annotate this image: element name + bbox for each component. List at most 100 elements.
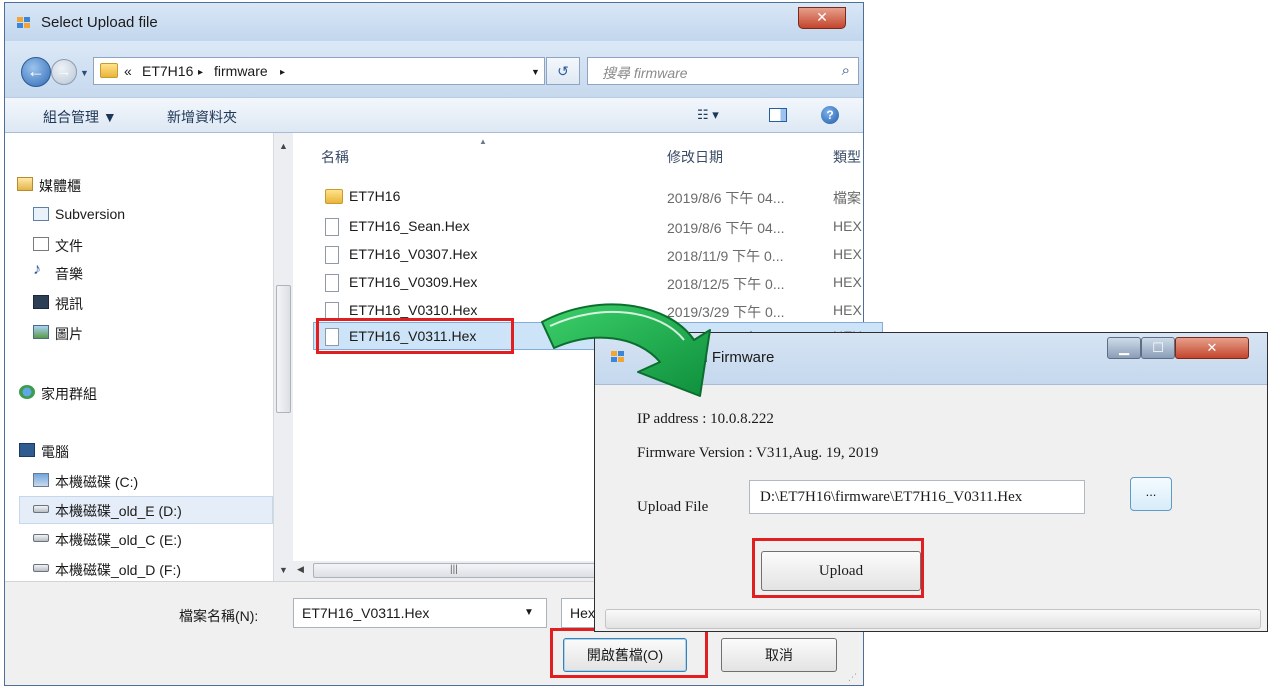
file-list-hscrollbar[interactable]: ◀ |||: [293, 561, 599, 581]
highlight-open-button: [550, 628, 708, 678]
file-type: HEX: [833, 302, 862, 318]
file-type: HEX: [833, 274, 862, 290]
nav-item-label: 本機磁碟_old_E (D:): [55, 503, 182, 519]
refresh-button[interactable]: ↺: [546, 57, 580, 85]
filename-label: 檔案名稱(N):: [179, 608, 259, 624]
nav-item-label: 圖片: [55, 326, 83, 342]
file-icon: [325, 274, 339, 292]
file-icon: [325, 218, 339, 236]
maximize-button[interactable]: ☐: [1141, 337, 1175, 359]
drive-icon: [33, 534, 49, 542]
preview-pane-icon[interactable]: [769, 108, 787, 122]
dialog-titlebar[interactable]: Select Upload file ✕: [5, 3, 863, 41]
libraries-icon: [17, 177, 33, 191]
video-icon: [33, 295, 49, 309]
nav-item-label: 本機磁碟 (C:): [55, 474, 139, 490]
file-date: 2019/8/6 下午 04...: [667, 190, 785, 206]
breadcrumb-overflow[interactable]: «: [124, 63, 132, 79]
navigation-bar: ← → ▼ « ET7H16 ▸ firmware ▸ ▼ ↺ 搜尋 firmw…: [5, 41, 863, 97]
upload-file-label: Upload File: [637, 499, 709, 515]
navigation-pane: 媒體櫃 Subversion 文件 ♪ 音樂 視訊 圖片 家用群組 電腦 本機磁…: [5, 133, 273, 581]
help-icon[interactable]: ?: [821, 106, 839, 124]
new-folder-button[interactable]: 新增資料夾: [167, 107, 237, 127]
breadcrumb-item[interactable]: firmware: [214, 63, 268, 79]
breadcrumb-separator-icon[interactable]: ▸: [280, 67, 285, 78]
scroll-down-icon[interactable]: ▼: [279, 565, 288, 575]
file-row[interactable]: ET7H16_V0309.Hex 2018/12/5 下午 0... HEX: [321, 271, 881, 297]
nav-scroll-thumb[interactable]: [276, 285, 291, 413]
green-arrow-icon: [541, 303, 711, 397]
file-row[interactable]: ET7H16_V0307.Hex 2018/11/9 下午 0... HEX: [321, 243, 881, 269]
nav-item-label: 本機磁碟_old_C (E:): [55, 532, 182, 548]
upload-file-value: D:\ET7H16\firmware\ET7H16_V0311.Hex: [760, 489, 1023, 505]
nav-item-label: 電腦: [41, 444, 69, 460]
ip-address-text: IP address : 10.0.8.222: [637, 411, 774, 427]
file-icon: [325, 246, 339, 264]
nav-item-label: 媒體櫃: [39, 178, 81, 194]
scroll-up-icon[interactable]: ▲: [279, 141, 288, 151]
file-date: 2019/8/6 下午 04...: [667, 220, 785, 236]
close-button[interactable]: ✕: [798, 7, 846, 29]
nav-item-label: 視訊: [55, 296, 83, 312]
picture-icon: [33, 325, 49, 339]
subversion-icon: [33, 207, 49, 221]
file-date: 2018/11/9 下午 0...: [667, 248, 784, 264]
column-header-name[interactable]: 名稱: [321, 147, 349, 167]
hscroll-thumb[interactable]: |||: [313, 563, 599, 578]
sort-ascending-icon: ▲: [479, 137, 487, 146]
back-button[interactable]: ←: [21, 57, 51, 87]
resize-grip-icon[interactable]: ⋰: [848, 672, 857, 683]
filename-value: ET7H16_V0311.Hex: [302, 605, 430, 621]
folder-icon: [100, 63, 118, 78]
file-type: HEX: [833, 246, 862, 262]
firmware-version-text: Firmware Version : V311,Aug. 19, 2019: [637, 445, 879, 461]
browse-button[interactable]: ...: [1130, 477, 1172, 511]
highlight-upload-button: [752, 538, 924, 598]
nav-item-label: 文件: [55, 238, 83, 254]
file-row[interactable]: ET7H16_Sean.Hex 2019/8/6 下午 04... HEX: [321, 215, 881, 241]
file-name: ET7H16: [349, 188, 401, 204]
column-header-date[interactable]: 修改日期: [667, 147, 723, 167]
minimize-button[interactable]: ▁: [1107, 337, 1141, 359]
file-name: ET7H16_V0309.Hex: [349, 274, 478, 290]
organize-menu[interactable]: 組合管理 ▼: [43, 107, 117, 127]
dialog-title: Select Upload file: [41, 14, 158, 31]
command-toolbar: 組合管理 ▼ 新增資料夾 ☷ ▾ ?: [5, 97, 863, 133]
computer-icon: [19, 443, 35, 457]
file-type: 檔案: [833, 190, 861, 206]
drive-icon: [33, 505, 49, 513]
nav-item-label: 家用群組: [41, 386, 97, 402]
history-dropdown-icon[interactable]: ▼: [80, 68, 89, 78]
file-row[interactable]: ET7H16 2019/8/6 下午 04... 檔案: [321, 185, 881, 211]
address-dropdown-icon[interactable]: ▼: [531, 67, 540, 77]
nav-item-label: 本機磁碟_old_D (F:): [55, 562, 182, 578]
search-placeholder: 搜尋 firmware: [602, 65, 688, 81]
address-bar[interactable]: « ET7H16 ▸ firmware ▸ ▼: [93, 57, 545, 85]
filename-dropdown-icon[interactable]: ▼: [524, 607, 534, 618]
folder-icon: [325, 189, 343, 204]
file-type: HEX: [833, 218, 862, 234]
breadcrumb-separator-icon[interactable]: ▸: [198, 67, 203, 78]
scroll-left-icon[interactable]: ◀: [297, 564, 304, 575]
nav-pane-scrollbar[interactable]: ▲ ▼: [273, 133, 293, 581]
nav-item-label: Subversion: [55, 206, 126, 222]
close-button[interactable]: ✕: [1175, 337, 1249, 359]
music-icon: ♪: [33, 261, 41, 278]
search-icon[interactable]: ⌕: [842, 62, 850, 79]
highlight-selected-file: [316, 318, 514, 354]
document-icon: [33, 237, 49, 251]
view-options-icon[interactable]: ☷ ▾: [697, 107, 719, 123]
column-header-type[interactable]: 類型: [833, 147, 861, 167]
upload-file-input[interactable]: D:\ET7H16\firmware\ET7H16_V0311.Hex: [749, 480, 1085, 514]
filetype-value: Hex: [570, 605, 595, 621]
file-name: ET7H16_V0310.Hex: [349, 302, 478, 318]
breadcrumb-item[interactable]: ET7H16: [142, 63, 193, 79]
cancel-button[interactable]: 取消: [721, 638, 837, 672]
search-input[interactable]: 搜尋 firmware ⌕: [587, 57, 859, 85]
forward-button[interactable]: →: [51, 59, 77, 85]
file-name: ET7H16_Sean.Hex: [349, 218, 470, 234]
filename-input[interactable]: ET7H16_V0311.Hex ▼: [293, 598, 547, 628]
system-drive-icon: [33, 473, 49, 487]
drive-icon: [33, 564, 49, 572]
upload-progress-bar: [605, 609, 1261, 629]
